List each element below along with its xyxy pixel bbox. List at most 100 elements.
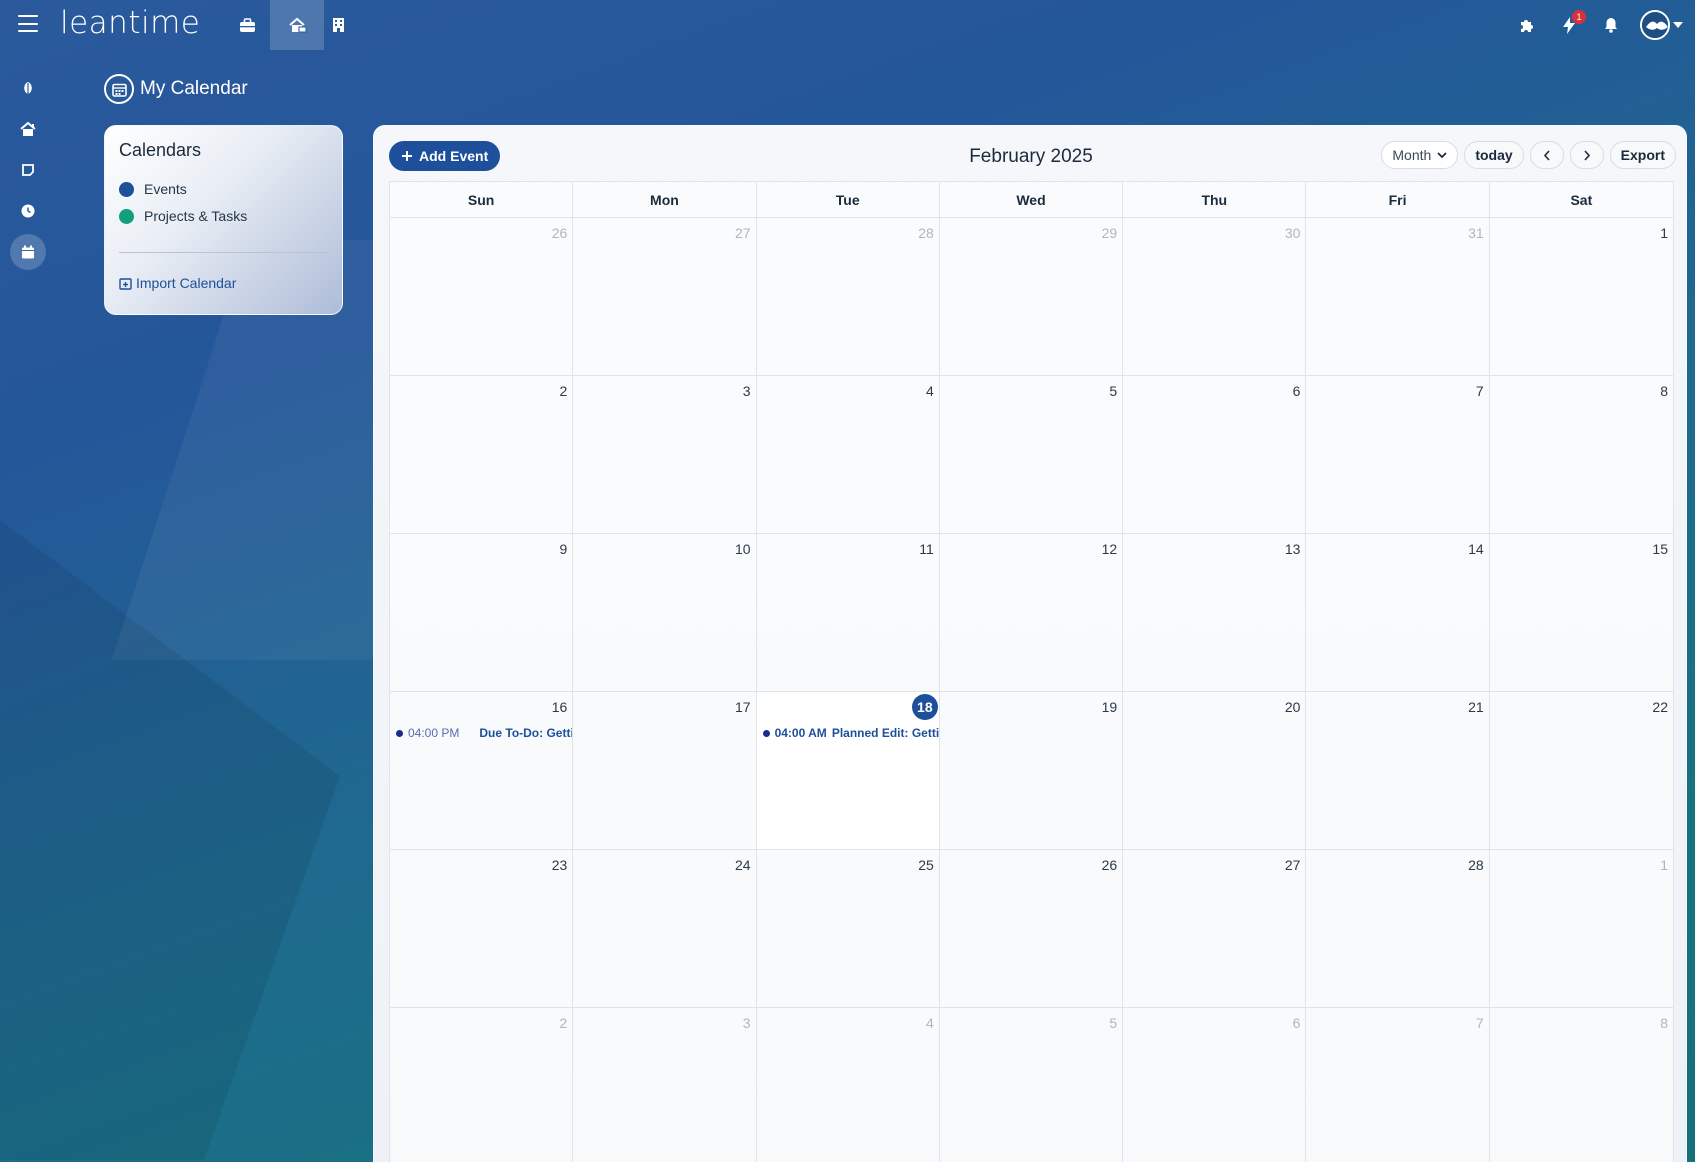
day-number[interactable]: 26 [552,225,568,241]
day-cell[interactable]: 5 [940,1008,1124,1162]
day-cell[interactable]: 6 [1123,1008,1307,1162]
day-cell[interactable]: 19 [940,692,1124,849]
day-number[interactable]: 14 [1468,541,1484,557]
day-cell[interactable]: 15 [1490,534,1673,691]
day-number[interactable]: 27 [735,225,751,241]
day-number[interactable]: 9 [559,541,567,557]
day-cell[interactable]: 3 [573,376,757,533]
day-number[interactable]: 21 [1468,699,1484,715]
day-number[interactable]: 3 [743,383,751,399]
day-number[interactable]: 2 [559,383,567,399]
day-number[interactable]: 31 [1468,225,1484,241]
day-number[interactable]: 13 [1285,541,1301,557]
app-logo[interactable]: leantime [60,5,200,41]
chevron-down-icon[interactable] [1673,22,1683,28]
prev-month-button[interactable] [1529,141,1564,169]
day-number[interactable]: 6 [1293,383,1301,399]
day-number[interactable]: 7 [1476,1015,1484,1031]
day-number[interactable]: 20 [1285,699,1301,715]
day-cell[interactable]: 11 [757,534,940,691]
leaf-icon[interactable] [10,70,46,106]
day-cell[interactable]: 4 [757,1008,940,1162]
calendar-event[interactable]: 04:00 PM Due To-Do: Getting [396,726,572,740]
day-cell[interactable]: 27 [1123,850,1307,1007]
day-number[interactable]: 8 [1660,383,1668,399]
calendar-icon[interactable] [10,234,46,270]
day-number[interactable]: 5 [1109,1015,1117,1031]
day-cell[interactable]: 4 [757,376,940,533]
briefcase-icon[interactable] [220,0,274,50]
day-cell[interactable]: 26 [940,850,1124,1007]
day-number[interactable]: 30 [1285,225,1301,241]
day-number[interactable]: 28 [918,225,934,241]
day-cell[interactable]: 8 [1490,376,1673,533]
day-cell[interactable]: 7 [1306,376,1490,533]
calendar-event[interactable]: 04:00 AM Planned Edit: Getting [762,726,939,740]
day-number[interactable]: 16 [552,699,568,715]
day-number[interactable]: 19 [1102,699,1118,715]
day-number[interactable]: 28 [1468,857,1484,873]
clock-icon[interactable] [10,193,46,229]
building-icon[interactable] [311,0,365,50]
avatar[interactable] [1640,10,1670,40]
day-number[interactable]: 4 [926,1015,934,1031]
day-number[interactable]: 18 [911,694,938,720]
day-cell[interactable]: 28 [757,218,940,375]
day-number[interactable]: 7 [1476,383,1484,399]
day-number[interactable]: 23 [552,857,568,873]
menu-toggle-icon[interactable] [18,15,38,32]
day-cell[interactable]: 5 [940,376,1124,533]
day-cell[interactable]: 22 [1490,692,1673,849]
bolt-icon[interactable]: 1 [1558,10,1586,36]
home-icon[interactable] [10,111,46,147]
day-cell[interactable]: 3 [573,1008,757,1162]
bell-icon[interactable] [1600,14,1622,36]
note-icon[interactable] [10,152,46,188]
day-number[interactable]: 27 [1285,857,1301,873]
day-cell[interactable]: 14 [1306,534,1490,691]
calendar-item-projects-tasks[interactable]: Projects & Tasks [119,208,328,224]
day-number[interactable]: 10 [735,541,751,557]
day-cell[interactable]: 31 [1306,218,1490,375]
day-cell[interactable]: 10 [573,534,757,691]
day-number[interactable]: 8 [1660,1015,1668,1031]
puzzle-icon[interactable] [1516,14,1538,36]
day-cell[interactable]: 25 [757,850,940,1007]
day-cell[interactable]: 26 [390,218,574,375]
day-cell[interactable]: 28 [1306,850,1490,1007]
day-cell[interactable]: 21 [1306,692,1490,849]
day-cell[interactable]: 1 [1490,850,1673,1007]
day-number[interactable]: 17 [735,699,751,715]
day-number[interactable]: 1 [1660,225,1668,241]
day-cell[interactable]: 12 [940,534,1124,691]
view-select[interactable]: Month [1381,141,1459,169]
day-cell[interactable]: 6 [1123,376,1307,533]
day-cell[interactable]: 1 [1490,218,1673,375]
import-calendar-link[interactable]: Import Calendar [119,275,328,291]
day-number[interactable]: 5 [1109,383,1117,399]
export-button[interactable]: Export [1609,141,1676,169]
day-cell[interactable]: 30 [1123,218,1307,375]
day-cell[interactable]: 29 [940,218,1124,375]
today-button[interactable]: today [1464,141,1524,169]
add-event-button[interactable]: Add Event [389,141,501,171]
day-number[interactable]: 26 [1102,857,1118,873]
day-cell-today[interactable]: 18 04:00 AM Planned Edit: Getting [756,692,940,849]
day-cell[interactable]: 24 [573,850,757,1007]
day-number[interactable]: 15 [1652,541,1668,557]
day-number[interactable]: 24 [735,857,751,873]
day-cell[interactable]: 17 [573,692,757,849]
day-cell[interactable]: 27 [573,218,757,375]
day-cell[interactable]: 9 [390,534,574,691]
day-cell[interactable]: 8 [1490,1008,1673,1162]
day-cell[interactable]: 16 04:00 PM Due To-Do: Getting [390,692,574,849]
day-number[interactable]: 2 [559,1015,567,1031]
day-cell[interactable]: 2 [390,1008,574,1162]
calendar-item-events[interactable]: Events [119,181,328,197]
day-number[interactable]: 29 [1102,225,1118,241]
day-cell[interactable]: 7 [1306,1008,1490,1162]
day-number[interactable]: 25 [918,857,934,873]
day-cell[interactable]: 13 [1123,534,1307,691]
day-number[interactable]: 6 [1293,1015,1301,1031]
day-cell[interactable]: 20 [1123,692,1307,849]
